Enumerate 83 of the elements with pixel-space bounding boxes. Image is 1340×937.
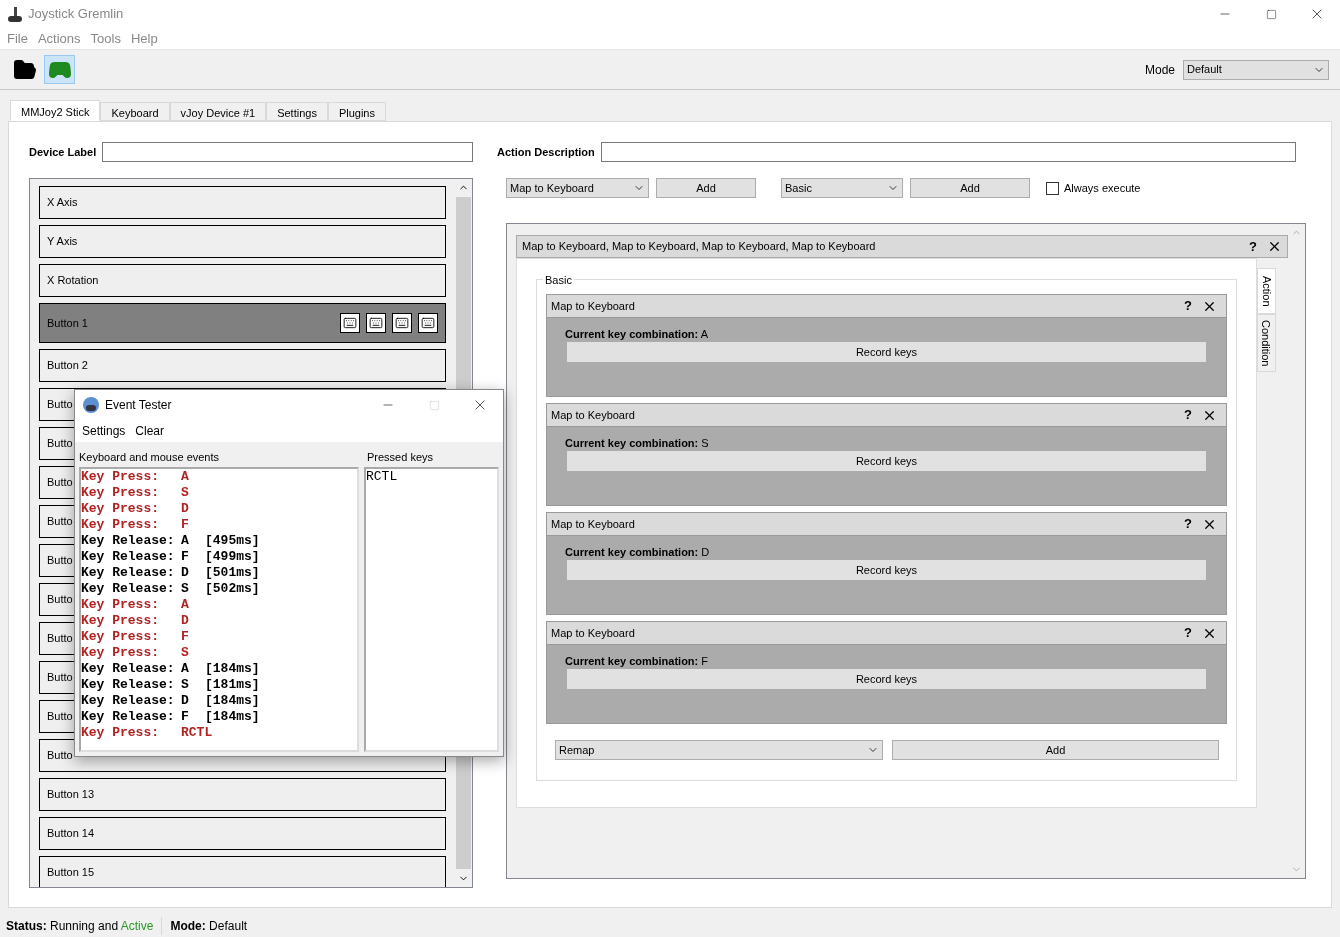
condition-select[interactable]: Basic (781, 178, 903, 198)
key-combination: Current key combination: D (565, 545, 710, 561)
help-button[interactable]: ? (1184, 405, 1192, 425)
help-button[interactable]: ? (1184, 623, 1192, 643)
event-line: Key Press: F (81, 629, 190, 645)
window-title: Joystick Gremlin (28, 5, 124, 24)
events-label: Keyboard and mouse events (79, 450, 221, 465)
event-line: Key Press: D (81, 613, 190, 629)
tab[interactable]: vJoy Device #1 (169, 102, 267, 121)
container-title: Map to Keyboard, Map to Keyboard, Map to Keyboard, Map to Keyboard (522, 239, 877, 255)
key-combination: Current key combination: S (565, 436, 709, 452)
event-line: Key Press: S (81, 485, 190, 501)
tab[interactable]: MMJoy2 Stick (10, 100, 101, 121)
help-button[interactable]: ? (1184, 514, 1192, 534)
help-button[interactable]: ? (1249, 236, 1257, 257)
action-title: Map to Keyboard (551, 407, 636, 423)
input-row[interactable]: X Rotation (39, 264, 446, 297)
event-line: Key Release: D [184ms] (81, 693, 261, 709)
event-line: Key Press: A (81, 597, 190, 613)
mode-label: Mode (1144, 61, 1175, 79)
keyboard-icon[interactable] (392, 313, 412, 333)
menu-item[interactable]: Help (125, 28, 163, 49)
event-line: Key Release: A [495ms] (81, 533, 261, 549)
input-row[interactable]: Y Axis (39, 225, 446, 258)
event-line: Key Press: S (81, 645, 190, 661)
record-keys-button[interactable]: Record keys (567, 669, 1206, 689)
key-combination: Current key combination: A (565, 327, 709, 343)
device-label: Device Label (29, 144, 97, 160)
menu-item[interactable]: File (2, 28, 33, 49)
action-select[interactable]: Map to Keyboard (506, 178, 649, 198)
menu-item[interactable]: Actions (32, 28, 86, 49)
event-line: Key Release: S [502ms] (81, 581, 261, 597)
record-keys-button[interactable]: Record keys (567, 560, 1206, 580)
side-tab[interactable]: Action (1257, 268, 1276, 314)
input-row[interactable]: Button 15 (39, 856, 446, 887)
pressed-key: RCTL (366, 469, 497, 485)
action-title: Map to Keyboard (551, 298, 636, 314)
input-row[interactable]: Button 2 (39, 349, 446, 382)
action-description-label: Action Description (497, 144, 595, 160)
device-label-field[interactable] (102, 142, 473, 162)
menu-item[interactable]: Tools (85, 28, 126, 49)
remap-select[interactable]: Remap (555, 740, 883, 760)
close-icon[interactable] (1267, 239, 1282, 254)
add-button[interactable]: Add (656, 178, 756, 198)
event-line: Key Release: F [499ms] (81, 549, 261, 565)
action-description-field[interactable] (600, 142, 1296, 162)
mode-status: Mode: Default (169, 918, 248, 935)
tab[interactable]: Plugins (327, 102, 386, 121)
keyboard-icon[interactable] (366, 313, 386, 333)
input-row[interactable]: Button 14 (39, 817, 446, 850)
key-combination: Current key combination: F (565, 654, 709, 670)
mode-select[interactable]: Default (1183, 59, 1329, 80)
action-title: Map to Keyboard (551, 516, 636, 532)
event-line: Key Release: F [184ms] (81, 709, 261, 725)
input-row[interactable]: Button 1 (39, 303, 446, 343)
add-button[interactable]: Add (892, 740, 1219, 760)
tab[interactable]: Settings (266, 102, 328, 121)
event-line: Key Press: RCTL (81, 725, 214, 741)
event-line: Key Release: D [501ms] (81, 565, 261, 581)
event-line: Key Press: F (81, 517, 190, 533)
event-line: Key Press: A (81, 469, 190, 485)
input-row[interactable]: X Axis (39, 186, 446, 219)
keyboard-icon[interactable] (418, 313, 438, 333)
side-tab[interactable]: Condition (1257, 314, 1276, 372)
help-button[interactable]: ? (1184, 296, 1192, 316)
menu-item[interactable]: Settings (77, 422, 131, 440)
tab[interactable]: Keyboard (100, 102, 170, 121)
always-execute-label: Always execute (1064, 180, 1141, 196)
add-button[interactable]: Add (910, 178, 1030, 198)
menu-item[interactable]: Clear (130, 422, 170, 440)
always-execute-checkbox[interactable] (1046, 181, 1059, 195)
action-title: Map to Keyboard (551, 625, 636, 641)
event-line: Key Release: S [181ms] (81, 677, 261, 693)
window-title: Event Tester (105, 397, 172, 414)
record-keys-button[interactable]: Record keys (567, 451, 1206, 471)
keyboard-icon[interactable] (340, 313, 360, 333)
pressed-keys-label: Pressed keys (366, 450, 435, 465)
record-keys-button[interactable]: Record keys (567, 342, 1206, 362)
input-row[interactable]: Button 13 (39, 778, 446, 811)
event-line: Key Press: D (81, 501, 190, 517)
event-line: Key Release: A [184ms] (81, 661, 261, 677)
folder-icon (12, 57, 37, 82)
status-text: Status: Running and Active (6, 917, 163, 935)
